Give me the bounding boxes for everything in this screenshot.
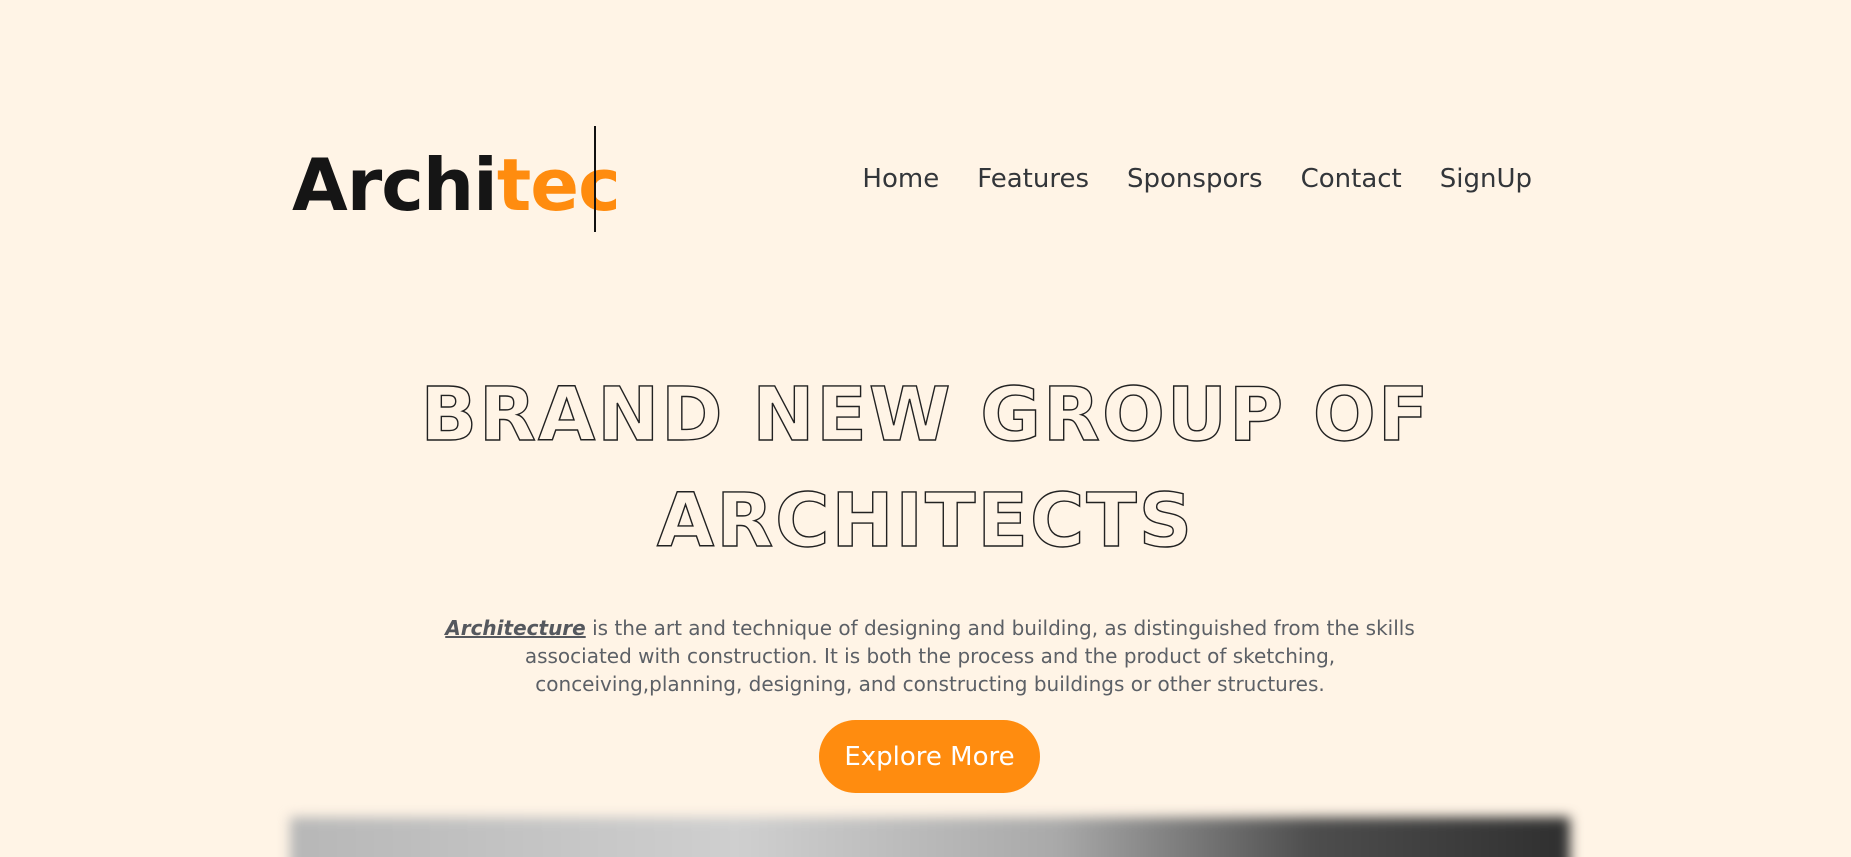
- explore-more-button[interactable]: Explore More: [819, 720, 1040, 793]
- logo-part-accent: tec: [496, 143, 621, 227]
- typing-cursor: [594, 126, 596, 232]
- hero-title: BRAND NEW GROUP OF ARCHITECTS: [0, 362, 1851, 574]
- logo[interactable]: Architec: [292, 140, 621, 230]
- hero-title-line-1: BRAND NEW GROUP OF: [420, 371, 1431, 458]
- hero-description: Architecture is the art and technique of…: [420, 614, 1440, 698]
- nav-sponsors[interactable]: Sponspors: [1127, 164, 1263, 194]
- nav-signup[interactable]: SignUp: [1440, 164, 1532, 194]
- hero-title-line-2: ARCHITECTS: [656, 477, 1195, 564]
- logo-part-dark: Archi: [292, 143, 498, 227]
- nav-contact[interactable]: Contact: [1301, 164, 1402, 194]
- main-nav: Home Features Sponspors Contact SignUp: [862, 164, 1532, 194]
- nav-features[interactable]: Features: [977, 164, 1089, 194]
- hero-image: [290, 817, 1570, 857]
- description-term: Architecture: [445, 616, 586, 640]
- header: Architec Home Features Sponspors Contact…: [292, 124, 1532, 234]
- landing-page: Architec Home Features Sponspors Contact…: [0, 0, 1851, 857]
- nav-home[interactable]: Home: [862, 164, 939, 194]
- description-text: is the art and technique of designing an…: [524, 616, 1415, 696]
